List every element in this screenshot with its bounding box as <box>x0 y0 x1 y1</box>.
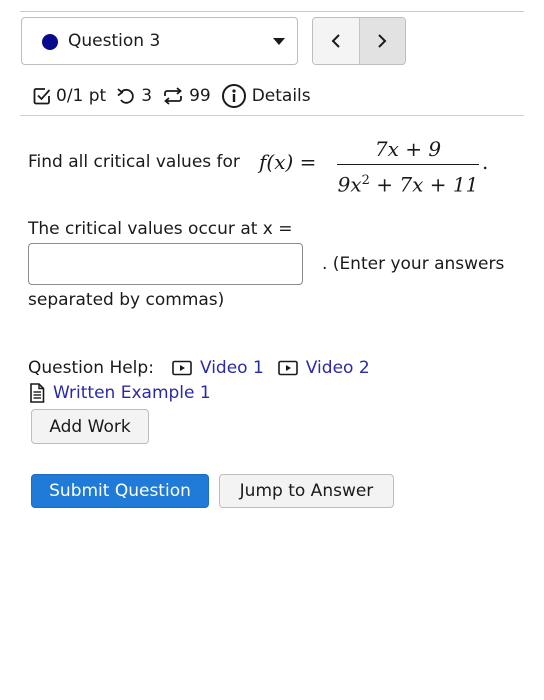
denominator-exponent: 2 <box>361 173 370 188</box>
chevron-down-icon <box>273 38 285 45</box>
denominator-rest: + 7x + 11 <box>369 172 479 197</box>
function-lhs: f(x) = <box>259 150 317 174</box>
fraction-numerator: 7x + 9 <box>374 137 442 161</box>
answer-instructions: . (Enter your answers <box>322 254 505 274</box>
question-help-label: Question Help: <box>28 358 154 378</box>
attempts-indicator: 99 <box>162 86 211 106</box>
info-icon <box>221 84 246 108</box>
video-1-label: Video 1 <box>199 358 264 378</box>
submit-question-button[interactable]: Submit Question <box>31 474 209 508</box>
written-example-link[interactable]: Written Example 1 <box>29 383 211 403</box>
details-label: Details <box>251 86 311 106</box>
attempts-count: 99 <box>189 86 211 106</box>
video-icon <box>172 360 192 376</box>
add-work-button[interactable]: Add Work <box>31 409 149 444</box>
previous-question-button[interactable] <box>313 18 359 64</box>
fraction-denominator: 9x2 + 7x + 11 <box>337 168 479 197</box>
chevron-right-icon <box>378 34 387 48</box>
written-example-label: Written Example 1 <box>53 383 211 403</box>
function-fraction: 7x + 9 9x2 + 7x + 11 <box>337 136 479 197</box>
next-question-button[interactable] <box>358 18 405 64</box>
answer-prompt: The critical values occur at x = <box>28 219 293 239</box>
video-icon <box>277 360 298 376</box>
chevron-left-icon <box>331 34 340 48</box>
question-selector[interactable]: Question 3 <box>21 17 298 65</box>
question-status-dot <box>42 34 58 50</box>
jump-to-answer-button[interactable]: Jump to Answer <box>219 474 394 508</box>
fraction-bar <box>337 164 479 165</box>
top-divider <box>20 11 524 12</box>
question-prompt: Find all critical values for <box>28 152 240 172</box>
meta-divider <box>20 115 524 116</box>
video-2-link[interactable]: Video 2 <box>277 358 370 378</box>
denominator-term: 9x <box>337 172 362 197</box>
video-1-link[interactable]: Video 1 <box>172 358 264 378</box>
question-help: Question Help: Video 1 Video 2 <box>28 358 384 378</box>
expression-period: . <box>482 150 489 174</box>
question-meta: 0/1 pt 3 99 Details <box>33 82 321 110</box>
score-indicator: 0/1 pt <box>33 86 106 106</box>
document-icon <box>30 383 45 403</box>
question-selector-label: Question 3 <box>68 31 161 51</box>
retries-count: 3 <box>141 86 153 106</box>
details-toggle[interactable]: Details <box>221 83 311 109</box>
retries-indicator: 3 <box>116 86 152 106</box>
answer-input[interactable] <box>28 243 303 285</box>
video-2-label: Video 2 <box>305 358 370 378</box>
repeat-icon <box>164 87 182 105</box>
checkbox-icon <box>33 88 51 105</box>
undo-icon <box>117 88 134 104</box>
score-text: 0/1 pt <box>56 86 107 106</box>
question-nav <box>312 17 406 65</box>
answer-instructions-continued: separated by commas) <box>28 290 225 310</box>
